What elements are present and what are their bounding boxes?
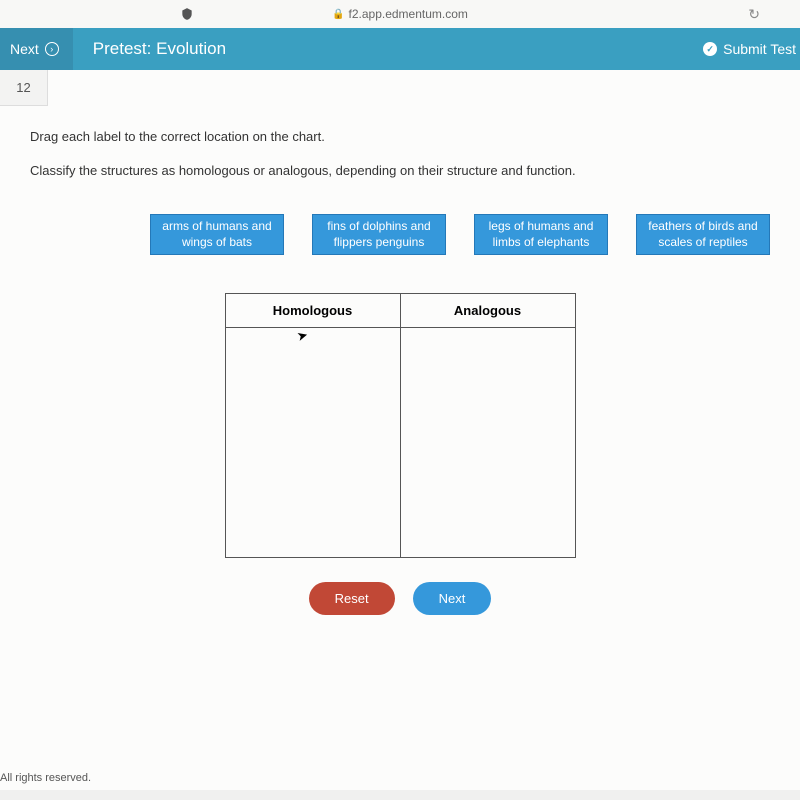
draggable-labels-row: arms of humans and wings of bats fins of… (0, 192, 800, 265)
action-buttons: Reset Next (0, 582, 800, 615)
column-header-homologous: Homologous (225, 294, 400, 328)
url-text: f2.app.edmentum.com (349, 7, 468, 21)
shield-icon (180, 7, 194, 21)
question-number: 12 (0, 70, 48, 106)
drop-zone-homologous[interactable] (225, 328, 400, 558)
classification-table: Homologous Analogous (225, 293, 576, 558)
instruction-line-2: Classify the structures as homologous or… (30, 158, 770, 184)
question-panel: 12 Drag each label to the correct locati… (0, 70, 800, 790)
drag-label-2[interactable]: fins of dolphins and flippers penguins (312, 214, 446, 255)
drop-zone-analogous[interactable] (400, 328, 575, 558)
column-header-analogous: Analogous (400, 294, 575, 328)
next-button[interactable]: Next (413, 582, 492, 615)
drag-label-3[interactable]: legs of humans and limbs of elephants (474, 214, 608, 255)
classification-table-wrap: Homologous Analogous (0, 293, 800, 558)
url-display[interactable]: 🔒 f2.app.edmentum.com (332, 7, 468, 21)
app-header: Next › Pretest: Evolution ✓ Submit Test (0, 28, 800, 70)
drag-label-4[interactable]: feathers of birds and scales of reptiles (636, 214, 770, 255)
lock-icon: 🔒 (332, 9, 344, 20)
check-icon: ✓ (703, 42, 717, 56)
instructions: Drag each label to the correct location … (0, 124, 800, 184)
submit-test-button[interactable]: ✓ Submit Test (687, 28, 800, 70)
drag-label-1[interactable]: arms of humans and wings of bats (150, 214, 284, 255)
arrow-right-icon: › (45, 42, 59, 56)
reload-icon[interactable]: ↻ (748, 6, 760, 23)
footer-text: All rights reserved. (0, 772, 91, 784)
submit-label: Submit Test (723, 41, 796, 57)
page-title: Pretest: Evolution (73, 39, 226, 59)
nav-next-button[interactable]: Next › (0, 28, 73, 70)
nav-next-label: Next (10, 41, 39, 57)
reset-button[interactable]: Reset (309, 582, 395, 615)
browser-address-bar: 🔒 f2.app.edmentum.com ↻ (0, 0, 800, 28)
instruction-line-1: Drag each label to the correct location … (30, 124, 770, 150)
